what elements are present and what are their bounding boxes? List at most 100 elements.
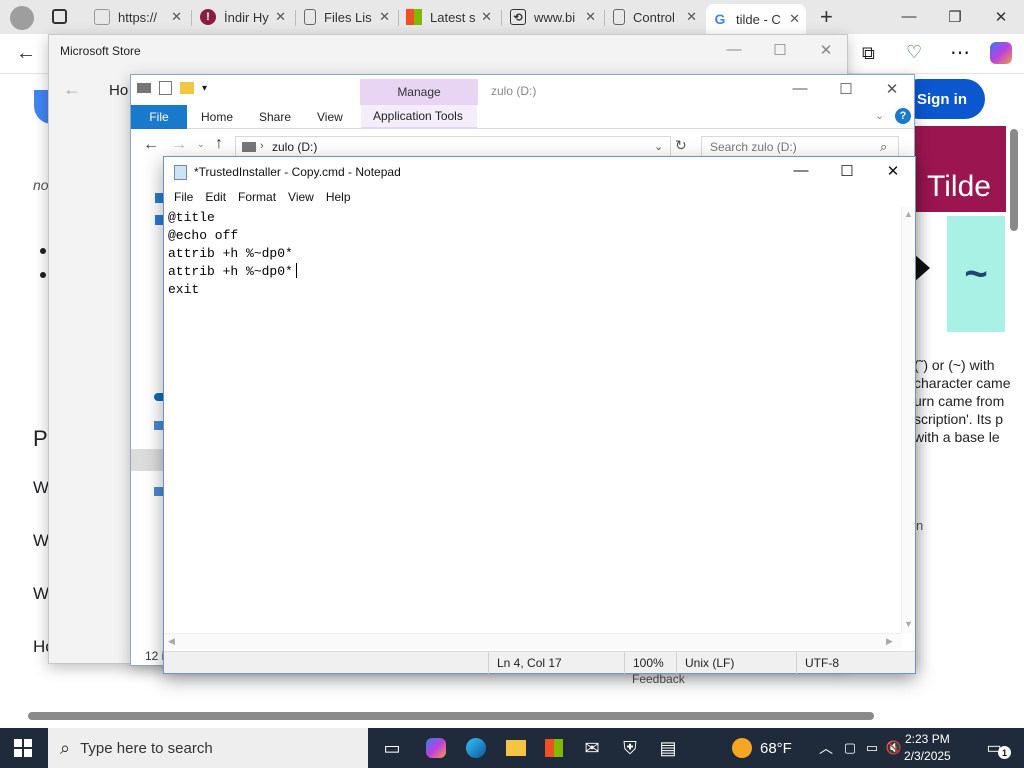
performance-icon[interactable]: ♡ — [906, 42, 922, 63]
bullet — [40, 272, 46, 278]
manage-contextual-tab[interactable]: Manage — [360, 79, 478, 105]
maximize-button[interactable]: ☐ — [824, 162, 870, 180]
tab-actions-icon[interactable] — [52, 9, 67, 24]
microsoft-store-icon[interactable] — [540, 734, 568, 762]
more-menu-icon[interactable]: ⋯ — [950, 40, 970, 65]
edge-icon[interactable] — [462, 734, 490, 762]
tab-home[interactable]: Home — [189, 105, 245, 129]
expand-ribbon-icon[interactable]: ⌄ — [875, 109, 884, 122]
weather-widget[interactable]: 68°F — [732, 728, 792, 768]
up-arrow-icon[interactable]: ↑ — [215, 135, 223, 153]
menu-file[interactable]: File — [168, 190, 199, 204]
security-shield-icon[interactable]: ⛨ — [616, 734, 644, 762]
browser-tab-1[interactable]: https:// ✕ — [88, 4, 188, 30]
address-bar[interactable]: › zulo (D:) ⌄ — [235, 136, 671, 158]
editor-vertical-scrollbar[interactable]: ▲ ▼ — [901, 207, 915, 633]
menu-edit[interactable]: Edit — [199, 190, 232, 204]
browser-tab-7-active[interactable]: G tilde - C ✕ — [706, 4, 806, 34]
home-nav-label[interactable]: Ho — [109, 82, 128, 99]
customize-toolbar-icon[interactable]: ▾ — [202, 83, 207, 94]
new-tab-button[interactable]: + — [820, 4, 833, 30]
back-arrow-icon[interactable]: ← — [63, 79, 81, 100]
browser-tab-4[interactable]: Latest s ✕ — [400, 4, 498, 30]
feedback-link[interactable]: Feedback — [632, 672, 685, 686]
quick-access-toolbar: ▾ — [137, 81, 207, 95]
close-tab-icon[interactable]: ✕ — [783, 11, 800, 27]
close-button[interactable]: ✕ — [870, 162, 916, 180]
system-clock[interactable]: 2:23 PM 2/3/2025 — [904, 731, 951, 765]
windows-start-icon[interactable] — [14, 739, 32, 757]
scroll-left-icon[interactable]: ◀ — [168, 636, 175, 647]
browser-tab-5[interactable]: ⟲ www.bi ✕ — [504, 4, 602, 30]
section-heading-fragment: P — [33, 426, 48, 451]
browser-tab-2[interactable]: ! İndir Hy ✕ — [194, 4, 292, 30]
generic-page-icon — [94, 9, 110, 25]
collections-icon[interactable]: ⧉ — [862, 43, 875, 64]
taskbar-search-input[interactable]: ⌕ Type here to search — [48, 728, 368, 768]
maximize-button[interactable]: ☐ — [757, 41, 803, 59]
file-explorer-icon[interactable] — [502, 734, 530, 762]
menu-view[interactable]: View — [282, 190, 320, 204]
profile-avatar[interactable] — [10, 6, 34, 30]
notepad-statusbar: Ln 4, Col 17 100% Unix (LF) UTF-8 — [164, 651, 915, 674]
browser-tab-3[interactable]: Files Lis ✕ — [298, 4, 396, 30]
network-app-icon[interactable]: ▤ — [654, 734, 682, 762]
tab-view[interactable]: View — [305, 105, 355, 129]
close-button[interactable]: ✕ — [978, 8, 1024, 26]
maximize-button[interactable]: ❐ — [932, 8, 978, 26]
menu-format[interactable]: Format — [232, 190, 282, 204]
chevron-down-icon[interactable]: ⌄ — [654, 140, 663, 153]
close-tab-icon[interactable]: ✕ — [579, 9, 596, 25]
back-arrow-icon[interactable]: ← — [143, 136, 159, 154]
forward-arrow-icon[interactable]: → — [171, 136, 187, 154]
minimize-button[interactable]: — — [778, 162, 824, 180]
minimize-button[interactable]: — — [711, 41, 757, 59]
refresh-icon[interactable]: ↻ — [675, 137, 687, 154]
close-tab-icon[interactable]: ✕ — [373, 9, 390, 25]
search-input[interactable]: Search zulo (D:) ⌕ — [701, 136, 899, 158]
scroll-up-icon[interactable]: ▲ — [904, 209, 913, 219]
properties-icon[interactable] — [159, 81, 172, 95]
close-tab-icon[interactable]: ✕ — [269, 9, 286, 25]
close-button[interactable]: ✕ — [803, 41, 849, 59]
text-editor[interactable]: @title @echo off attrib +h %~dp0* attrib… — [164, 207, 901, 633]
browser-tab-6[interactable]: Control ✕ — [607, 4, 703, 30]
task-view-icon[interactable]: ▭ — [378, 734, 406, 762]
scroll-down-icon[interactable]: ▼ — [904, 619, 913, 629]
shield-icon: ! — [200, 9, 216, 25]
tab-share[interactable]: Share — [247, 105, 303, 129]
search-placeholder: Type here to search — [80, 739, 213, 757]
truncated-text: n — [916, 518, 924, 533]
minimize-button[interactable]: — — [777, 80, 823, 98]
copilot-icon[interactable] — [990, 42, 1012, 64]
editor-horizontal-scrollbar[interactable]: ◀ ▶ — [164, 633, 901, 649]
tab-application-tools[interactable]: Application Tools — [361, 105, 477, 129]
help-icon[interactable]: ? — [895, 108, 911, 124]
line-ending: Unix (LF) — [676, 652, 796, 674]
maximize-button[interactable]: ☐ — [823, 80, 869, 98]
notepad-window: *TrustedInstaller - Copy.cmd - Notepad —… — [163, 156, 916, 674]
tab-file[interactable]: File — [131, 105, 187, 129]
close-tab-icon[interactable]: ✕ — [165, 9, 182, 25]
close-tab-icon[interactable]: ✕ — [475, 9, 492, 25]
copilot-icon[interactable] — [422, 734, 450, 762]
page-vertical-scrollbar[interactable] — [1006, 74, 1022, 704]
browser-tab-bar: https:// ✕ ! İndir Hy ✕ Files Lis ✕ Late… — [0, 0, 1024, 34]
menu-help[interactable]: Help — [320, 190, 357, 204]
folder-icon[interactable] — [180, 82, 194, 94]
back-arrow-icon[interactable]: ← — [16, 42, 36, 65]
notepad-titlebar[interactable]: *TrustedInstaller - Copy.cmd - Notepad —… — [164, 157, 915, 187]
recent-locations-icon[interactable]: ⌄ — [197, 139, 205, 150]
tilde-symbol-card[interactable]: ~ — [947, 216, 1005, 332]
breadcrumb-chevron-icon[interactable]: › — [260, 140, 264, 152]
close-button[interactable]: ✕ — [869, 80, 915, 98]
tilde-image[interactable]: Tilde — [912, 126, 1006, 212]
close-tab-icon[interactable]: ✕ — [680, 9, 697, 25]
scroll-right-icon[interactable]: ▶ — [886, 636, 893, 647]
snippet-line: with a base le — [914, 429, 1000, 445]
snippet-line: character came — [914, 375, 1011, 391]
selected-nav-item[interactable] — [131, 449, 164, 471]
mail-icon[interactable]: ✉ — [578, 734, 606, 762]
page-horizontal-scrollbar[interactable] — [0, 708, 1010, 724]
minimize-button[interactable]: — — [886, 8, 932, 26]
